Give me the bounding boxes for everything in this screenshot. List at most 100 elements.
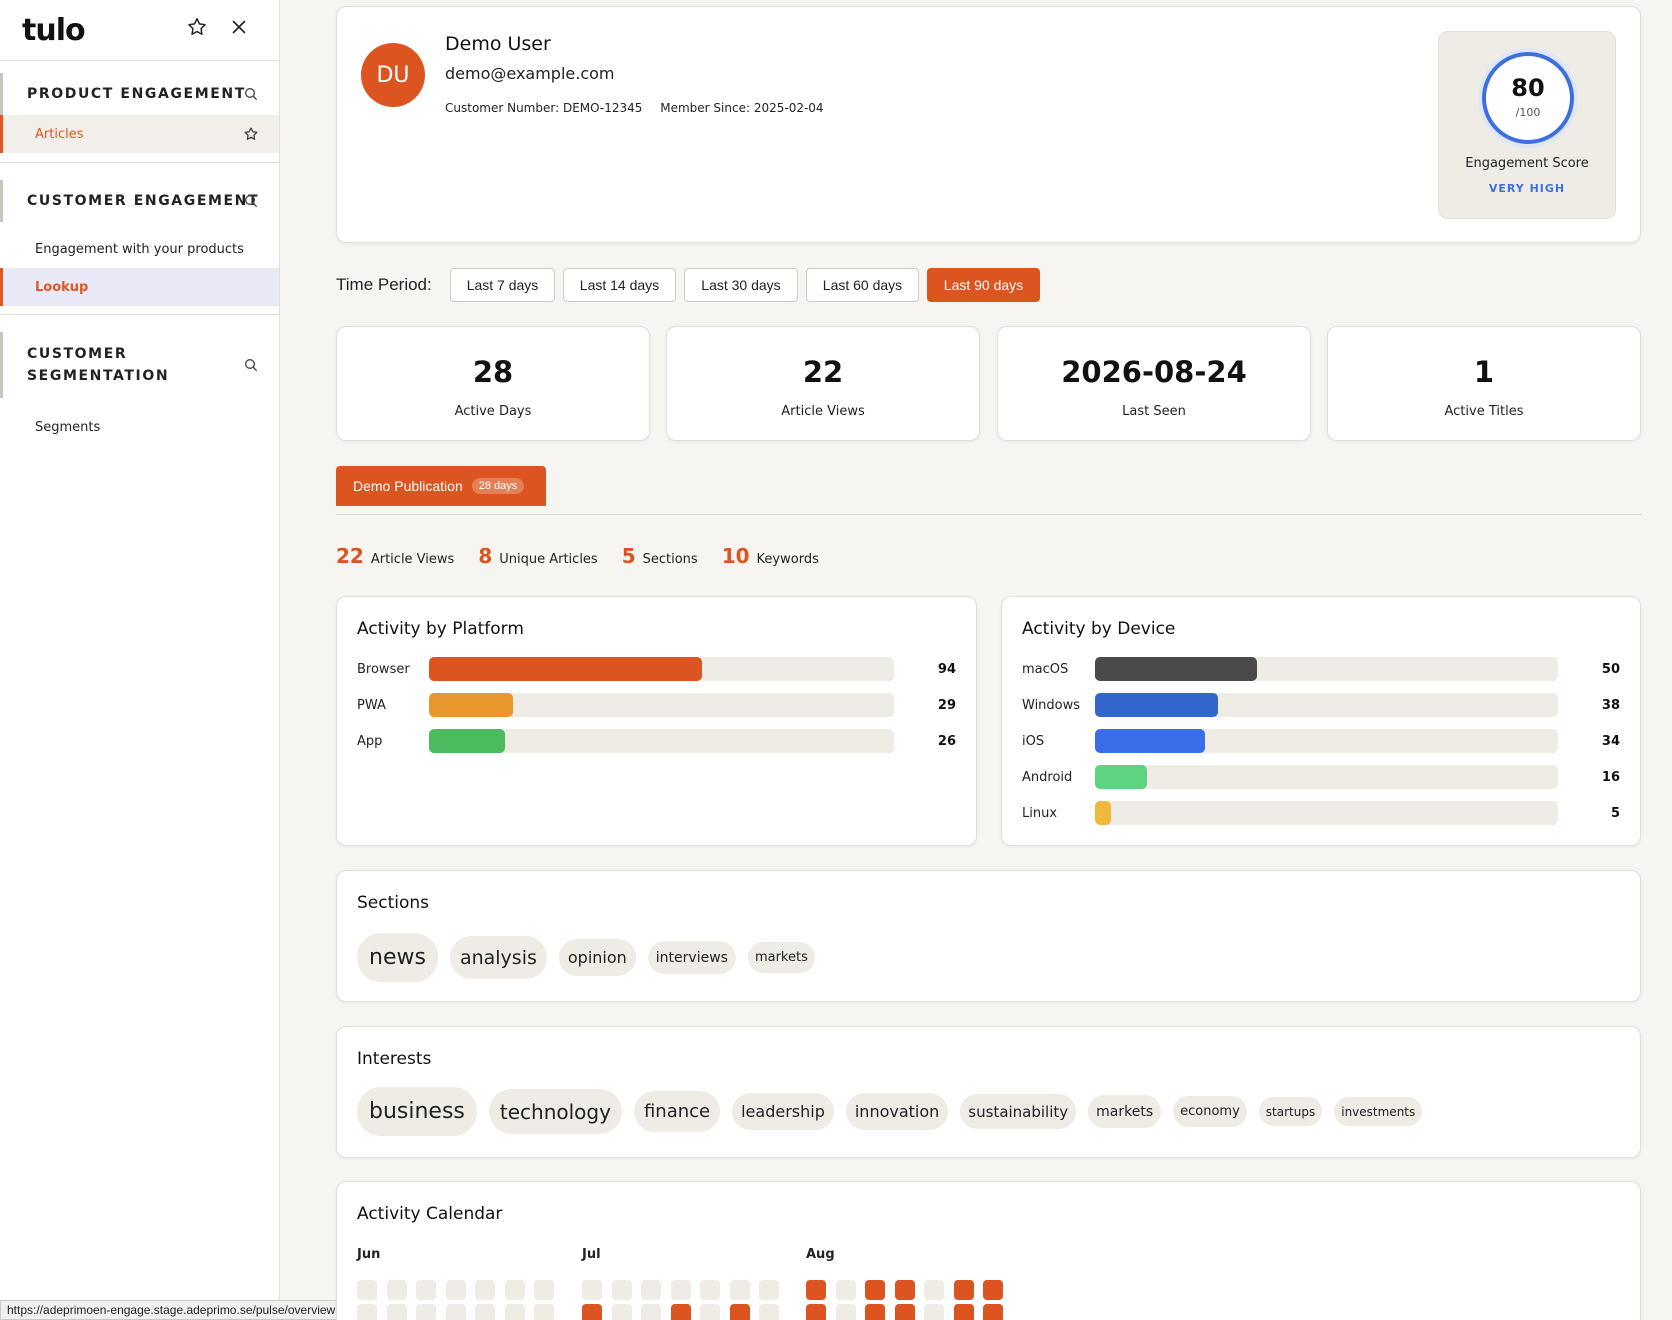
calendar-day-cell[interactable]	[475, 1280, 495, 1300]
period-14-days-button[interactable]: Last 14 days	[563, 268, 676, 302]
close-icon[interactable]	[228, 16, 250, 38]
platform-row-browser: Browser 94	[357, 657, 956, 681]
calendar-day-cell[interactable]	[835, 1280, 856, 1300]
calendar-day-cell[interactable]	[386, 1304, 407, 1320]
calendar-day-cell[interactable]	[475, 1304, 495, 1320]
calendar-day-cell[interactable]	[835, 1304, 856, 1320]
bar-value: 16	[1601, 769, 1620, 785]
calendar-day-cell[interactable]	[729, 1304, 750, 1320]
bar-label: PWA	[357, 697, 386, 713]
calendar-day-cell[interactable]	[582, 1280, 602, 1300]
calendar-day-cell[interactable]	[641, 1280, 661, 1300]
period-60-days-button[interactable]: Last 60 days	[806, 268, 919, 302]
tag-economy[interactable]: economy	[1173, 1096, 1247, 1127]
tag-investments[interactable]: investments	[1334, 1097, 1423, 1126]
period-30-days-button[interactable]: Last 30 days	[684, 268, 798, 302]
calendar-day-cell[interactable]	[729, 1280, 750, 1300]
sections-tag-list: news analysis opinion interviews markets	[357, 933, 827, 982]
tag-news[interactable]: news	[357, 933, 438, 982]
section-product-engagement[interactable]: PRODUCT ENGAGEMENT	[0, 73, 279, 115]
bar-value: 50	[1601, 661, 1620, 677]
tag-analysis[interactable]: analysis	[449, 936, 547, 979]
calendar-day-cell[interactable]	[806, 1280, 826, 1300]
stat-label: Article Views	[781, 404, 865, 419]
calendar-day-cell[interactable]	[416, 1304, 436, 1320]
tulo-logo[interactable]: tulo	[22, 13, 86, 48]
count-label: Sections	[642, 552, 698, 567]
calendar-day-cell[interactable]	[759, 1280, 779, 1300]
calendar-day-cell[interactable]	[865, 1304, 885, 1320]
tag-innovation[interactable]: innovation	[845, 1093, 949, 1130]
calendar-day-cell[interactable]	[670, 1280, 691, 1300]
tag-sustainability[interactable]: sustainability	[960, 1094, 1077, 1129]
calendar-day-cell[interactable]	[806, 1304, 826, 1320]
tag-markets[interactable]: markets	[747, 942, 815, 973]
calendar-day-cell[interactable]	[416, 1280, 436, 1300]
tab-demo-publication[interactable]: Demo Publication 28 days	[336, 466, 546, 506]
bar-fill	[1095, 657, 1257, 681]
bar-value: 34	[1601, 733, 1620, 749]
count-unique-articles: 8	[478, 544, 493, 568]
period-7-days-button[interactable]: Last 7 days	[450, 268, 555, 302]
time-period-label: Time Period:	[336, 275, 432, 294]
calendar-day-cell[interactable]	[445, 1280, 466, 1300]
sidebar-item-articles[interactable]: Articles	[0, 115, 279, 153]
calendar-day-cell[interactable]	[894, 1304, 915, 1320]
calendar-day-cell[interactable]	[582, 1304, 602, 1320]
calendar-day-cell[interactable]	[700, 1280, 720, 1300]
bar-fill	[1095, 801, 1111, 825]
search-icon[interactable]	[243, 193, 259, 209]
star-icon[interactable]	[243, 126, 259, 142]
calendar-day-cell[interactable]	[534, 1280, 554, 1300]
calendar-day-cell[interactable]	[924, 1280, 944, 1300]
calendar-day-cell[interactable]	[611, 1280, 632, 1300]
calendar-day-cell[interactable]	[865, 1280, 885, 1300]
calendar-day-cell[interactable]	[759, 1304, 779, 1320]
period-90-days-button[interactable]: Last 90 days	[927, 268, 1040, 302]
calendar-day-cell[interactable]	[953, 1304, 974, 1320]
calendar-day-cell[interactable]	[504, 1280, 525, 1300]
calendar-day-cell[interactable]	[386, 1280, 407, 1300]
search-icon[interactable]	[243, 357, 259, 373]
device-row-android: Android 16	[1022, 765, 1620, 789]
user-meta: Customer Number: DEMO-12345 Member Since…	[445, 101, 838, 115]
section-customer-segmentation[interactable]: CUSTOMER SEGMENTATION	[0, 332, 279, 398]
bar-fill	[429, 729, 505, 753]
activity-calendar-card: Activity Calendar Jun Jul Aug	[336, 1181, 1641, 1320]
calendar-day-cell[interactable]	[534, 1304, 554, 1320]
tag-markets[interactable]: markets	[1088, 1095, 1162, 1128]
profile-card: DU Demo User demo@example.com Customer N…	[336, 6, 1641, 243]
sidebar-item-lookup[interactable]: Lookup	[0, 268, 279, 306]
bar-value: 29	[937, 697, 956, 713]
calendar-day-cell[interactable]	[894, 1280, 915, 1300]
calendar-day-cell[interactable]	[924, 1304, 944, 1320]
search-icon[interactable]	[243, 86, 259, 102]
sidebar-item-engagement-products[interactable]: Engagement with your products	[0, 230, 279, 268]
device-row-macos: macOS 50	[1022, 657, 1620, 681]
tag-startups[interactable]: startups	[1258, 1097, 1323, 1126]
tag-finance[interactable]: finance	[633, 1091, 721, 1132]
sidebar: tulo PRODUCT ENGAGEMENT Articles CUSTOME…	[0, 0, 280, 1320]
tag-leadership[interactable]: leadership	[732, 1093, 834, 1130]
tag-opinion[interactable]: opinion	[558, 939, 636, 976]
calendar-day-cell[interactable]	[641, 1304, 661, 1320]
tag-interviews[interactable]: interviews	[647, 941, 736, 974]
section-customer-engagement[interactable]: CUSTOMER ENGAGEMENT	[0, 180, 279, 222]
calendar-day-cell[interactable]	[504, 1304, 525, 1320]
calendar-day-cell[interactable]	[953, 1280, 974, 1300]
calendar-day-cell[interactable]	[611, 1304, 632, 1320]
sidebar-item-segments[interactable]: Segments	[0, 408, 279, 446]
calendar-day-cell[interactable]	[983, 1304, 1003, 1320]
calendar-day-cell[interactable]	[357, 1304, 377, 1320]
bar-value: 38	[1601, 697, 1620, 713]
status-bar-url: https://adeprimoen-engage.stage.adeprimo…	[0, 1300, 343, 1320]
tag-technology[interactable]: technology	[488, 1089, 622, 1134]
tag-business[interactable]: business	[357, 1087, 477, 1136]
calendar-day-cell[interactable]	[983, 1280, 1003, 1300]
bar-label: Android	[1022, 769, 1073, 785]
calendar-day-cell[interactable]	[357, 1280, 377, 1300]
favorite-star-icon[interactable]	[186, 16, 208, 38]
calendar-day-cell[interactable]	[670, 1304, 691, 1320]
calendar-day-cell[interactable]	[445, 1304, 466, 1320]
calendar-day-cell[interactable]	[700, 1304, 720, 1320]
